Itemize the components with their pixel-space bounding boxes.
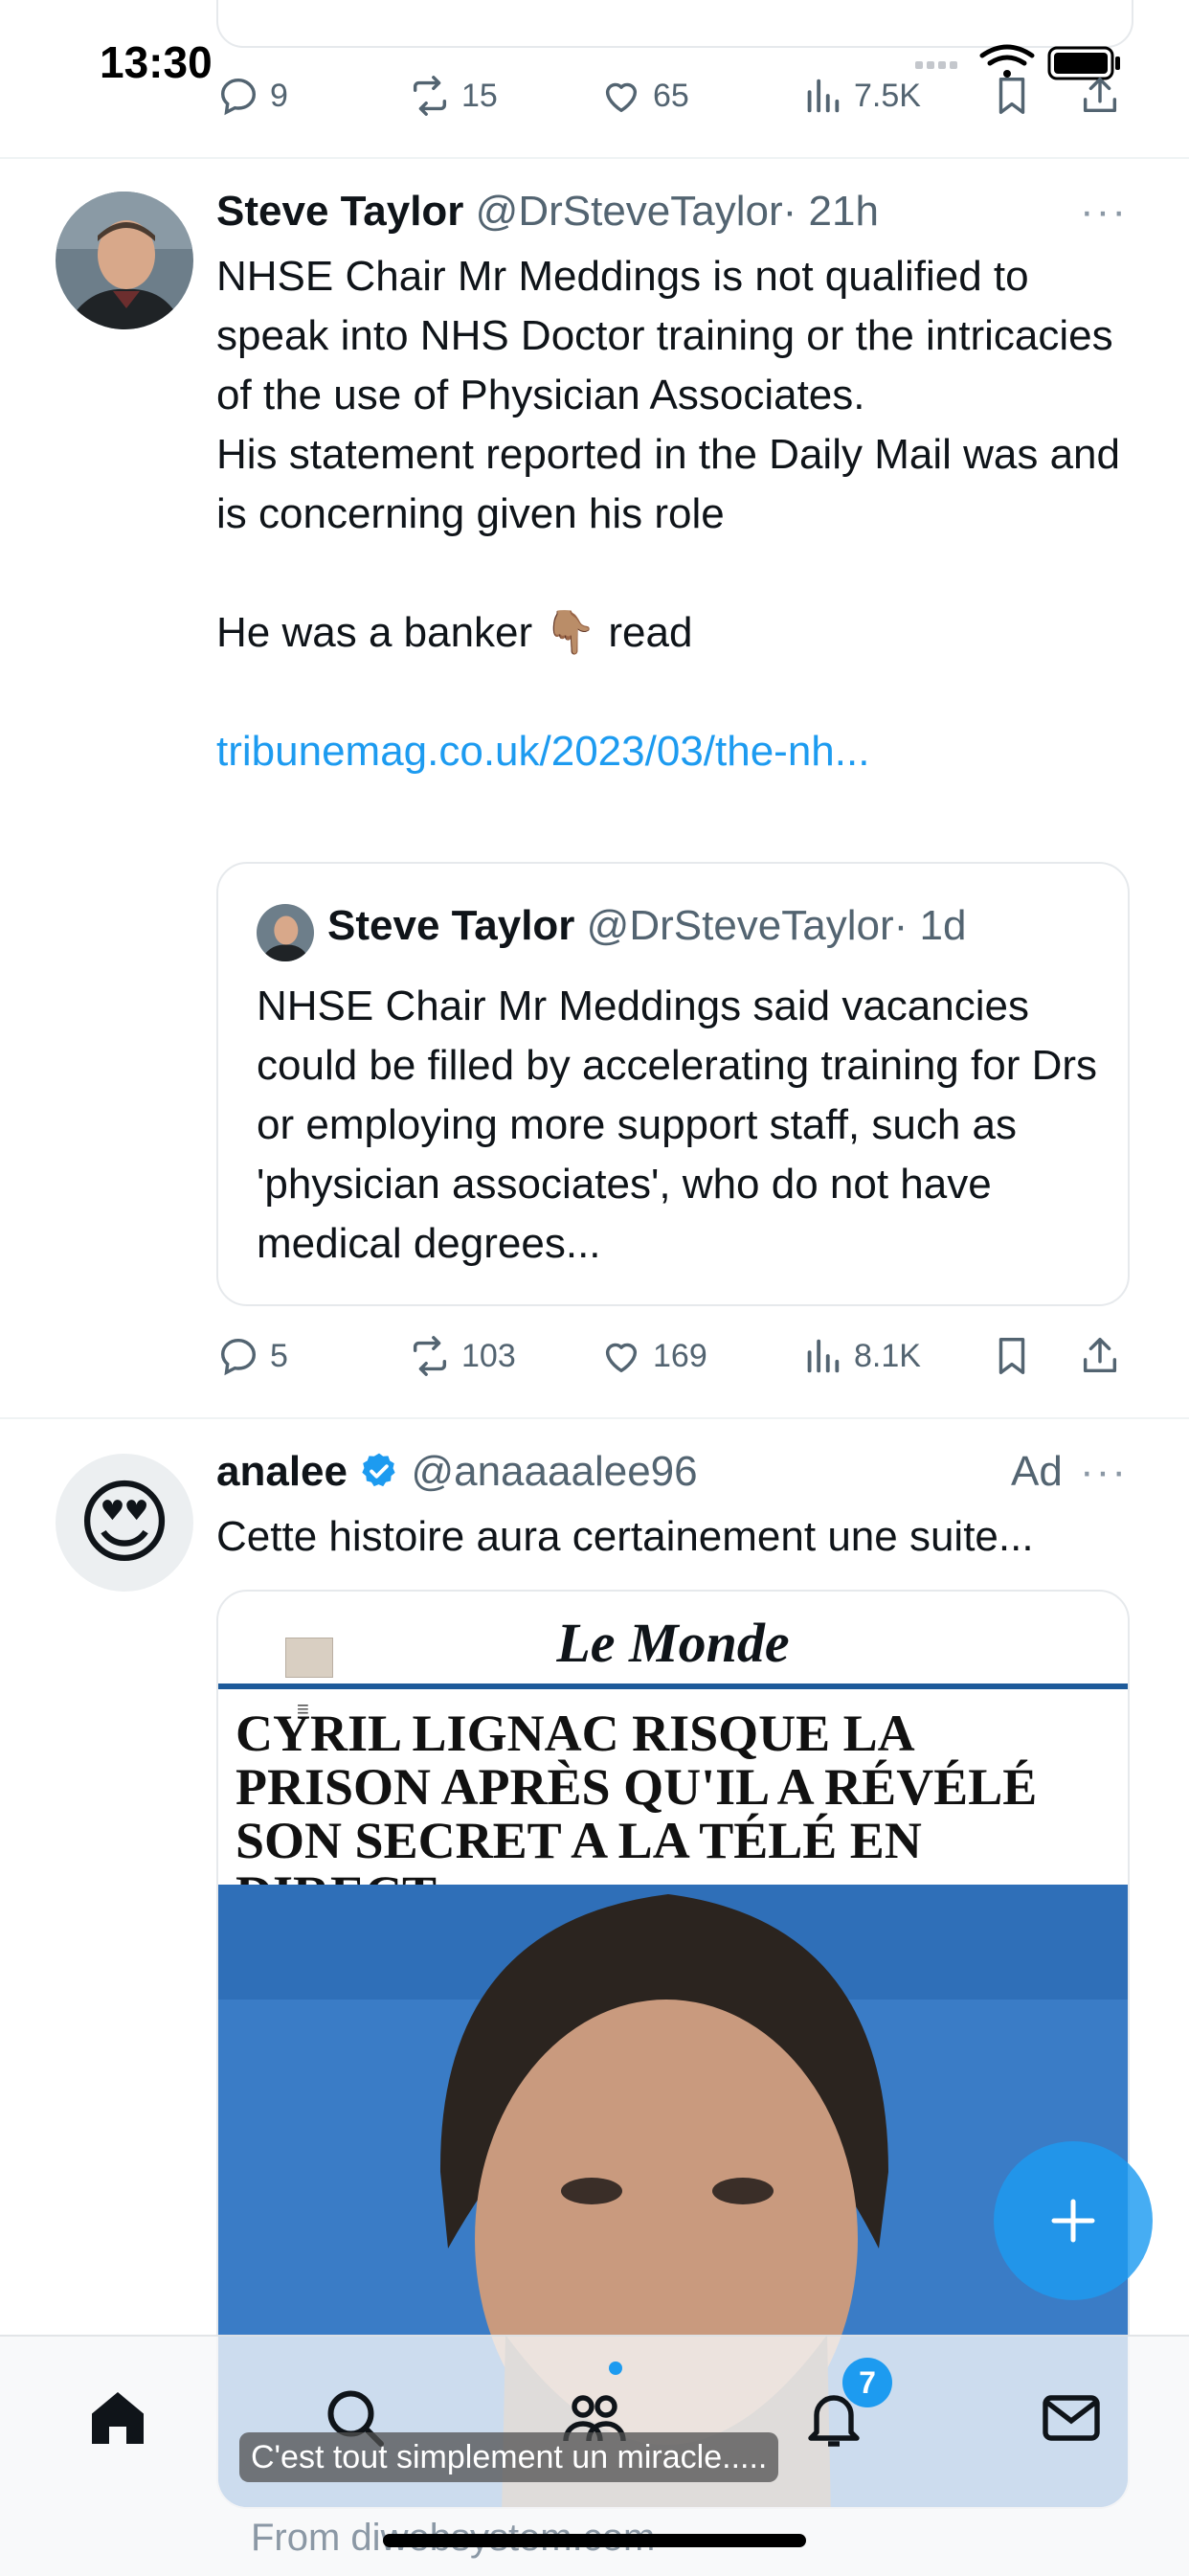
tweet-divider	[0, 157, 1189, 159]
reply-icon	[220, 1338, 257, 1376]
previous-tweet-card-edge	[216, 0, 1133, 48]
quote-author-name: Steve Taylor	[327, 902, 575, 949]
tweet-header: Steve Taylor @DrSteveTaylor· 21h	[216, 188, 879, 236]
status-time: 13:30	[100, 37, 213, 87]
nav-home[interactable]	[75, 2375, 161, 2461]
tweet-text: Cette histoire aura certainement une sui…	[216, 1513, 1034, 1560]
tweet-paragraph: His statement reported in the Daily Mail…	[216, 431, 1120, 537]
views-count: 8.1K	[854, 1337, 921, 1374]
tweet-time: · 21h	[782, 188, 879, 235]
ad-caption: C'est tout simplement un miracle.....	[239, 2432, 779, 2482]
like-button[interactable]: 65	[599, 67, 689, 124]
views-icon	[807, 79, 840, 113]
avatar-photo	[257, 904, 314, 961]
nav-messages[interactable]	[1028, 2375, 1114, 2461]
verified-badge-icon	[362, 1453, 395, 1487]
heart-icon	[605, 1343, 638, 1373]
author-handle[interactable]: @anaaaalee96	[411, 1448, 697, 1495]
quote-author-handle: @DrSteveTaylor	[586, 902, 894, 949]
quote-header: Steve Taylor @DrSteveTaylor· 1d	[327, 902, 966, 950]
avatar[interactable]: 😍	[56, 1454, 193, 1592]
like-count: 65	[653, 77, 689, 114]
newspaper-masthead: Le Monde	[556, 1612, 790, 1674]
reply-icon	[220, 78, 257, 116]
masthead-rule	[218, 1683, 1128, 1689]
bookmark-button[interactable]	[990, 1327, 1034, 1385]
views-button[interactable]: 7.5K	[800, 67, 921, 124]
share-icon	[1083, 1338, 1117, 1373]
quote-text: NHSE Chair Mr Meddings said vacancies co…	[257, 983, 1098, 1267]
more-options-button[interactable]: ···	[1080, 1448, 1128, 1496]
communities-unread-dot	[609, 2361, 622, 2375]
like-button[interactable]: 169	[599, 1327, 707, 1385]
quote-time: · 1d	[893, 902, 967, 949]
tweet-action-bar: 9 15 65 7.5K	[216, 67, 1135, 124]
envelope-icon	[1043, 2395, 1100, 2441]
author-name[interactable]: analee	[216, 1448, 348, 1495]
retweet-count: 103	[461, 1337, 516, 1374]
plus-icon	[1051, 2199, 1095, 2243]
notifications-badge: 7	[842, 2358, 892, 2407]
share-icon	[1083, 78, 1117, 113]
retweet-icon	[413, 76, 447, 116]
reply-button[interactable]: 9	[216, 67, 288, 124]
home-indicator	[383, 2534, 806, 2547]
bookmark-icon	[998, 1338, 1025, 1374]
tweet-action-bar: 5 103 169 8.1K	[216, 1327, 1135, 1385]
tweet-link[interactable]: tribunemag.co.uk/2023/03/the-nh...	[216, 722, 1135, 781]
share-button[interactable]	[1078, 1327, 1122, 1385]
tweet-header: analee @anaaaalee96	[216, 1448, 698, 1496]
views-button[interactable]: 8.1K	[800, 1327, 921, 1385]
compose-button[interactable]	[994, 2141, 1153, 2300]
tweet-paragraph: NHSE Chair Mr Meddings is not qualified …	[216, 253, 1113, 418]
share-button[interactable]	[1078, 67, 1122, 124]
views-icon	[807, 1339, 840, 1373]
avatar-photo	[56, 192, 193, 329]
retweet-button[interactable]: 103	[408, 1327, 516, 1385]
bookmark-icon	[998, 78, 1025, 114]
retweet-icon	[413, 1336, 447, 1376]
bookmark-button[interactable]	[990, 67, 1034, 124]
avatar[interactable]	[56, 192, 193, 329]
more-options-button[interactable]: ···	[1080, 188, 1128, 236]
views-count: 7.5K	[854, 77, 921, 114]
home-icon	[92, 2392, 144, 2444]
reply-count: 5	[270, 1337, 288, 1374]
reply-count: 9	[270, 77, 288, 114]
retweet-button[interactable]: 15	[408, 67, 498, 124]
like-count: 169	[653, 1337, 707, 1374]
quote-avatar	[257, 904, 314, 961]
quoted-tweet-card[interactable]: Steve Taylor @DrSteveTaylor· 1d NHSE Cha…	[216, 862, 1130, 1306]
tweet-text: NHSE Chair Mr Meddings is not qualified …	[216, 247, 1135, 781]
heart-icon	[605, 82, 638, 113]
ad-label: Ad	[1011, 1448, 1063, 1495]
reply-button[interactable]: 5	[216, 1327, 288, 1385]
author-handle[interactable]: @DrSteveTaylor	[476, 188, 783, 235]
tweet-divider	[0, 1417, 1189, 1419]
author-name[interactable]: Steve Taylor	[216, 188, 463, 235]
retweet-count: 15	[461, 77, 498, 114]
tweet-paragraph: He was a banker 👇🏽 read	[216, 609, 693, 656]
